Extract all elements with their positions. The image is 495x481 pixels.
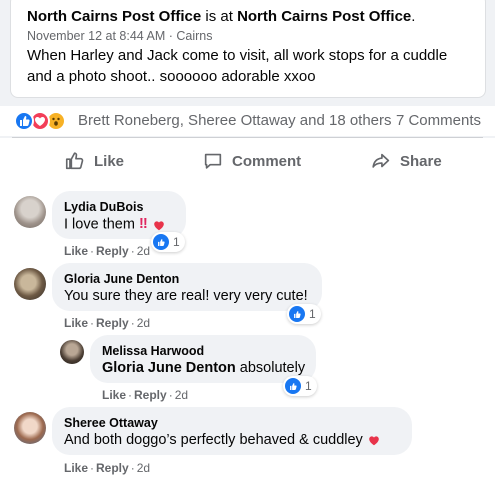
reaction-names[interactable]: Brett Roneberg, Sheree Ottaway and 18 ot… xyxy=(78,112,392,129)
post-period: . xyxy=(411,8,416,25)
post-card: North Cairns Post Office is at North Cai… xyxy=(10,0,486,98)
comment-reply-link[interactable]: Reply xyxy=(96,244,129,258)
share-button[interactable]: Share xyxy=(370,146,442,176)
avatar[interactable] xyxy=(14,412,46,444)
thumbs-up-icon xyxy=(65,152,84,170)
comment-reply-link[interactable]: Reply xyxy=(96,316,129,330)
hearts-icon xyxy=(369,436,379,446)
comment-bubble: Gloria June Denton You sure they are rea… xyxy=(52,263,322,311)
comment-reaction-badge[interactable]: 1 xyxy=(287,304,321,324)
comment-icon xyxy=(204,153,222,169)
comment-actions: Like · Reply · 2d xyxy=(102,388,189,402)
comment-text-content: And both doggo’s perfectly behaved & cud… xyxy=(64,432,363,448)
post-meta: November 12 at 8:44 AM · Cairns xyxy=(27,27,213,45)
comment-like-link[interactable]: Like xyxy=(64,244,88,258)
comment-reaction-badge[interactable]: 1 xyxy=(283,376,317,396)
like-icon xyxy=(285,378,301,394)
comments-section: Lydia DuBois I love them ‼ 1 Like · Reply ·… xyxy=(0,184,495,481)
comment-bubble: Sheree Ottaway And both doggo’s perfectl… xyxy=(52,407,412,455)
post-author-link[interactable]: North Cairns Post Office xyxy=(27,8,201,25)
post-location-link[interactable]: North Cairns Post Office xyxy=(237,8,411,25)
avatar[interactable] xyxy=(60,340,84,364)
post-header: North Cairns Post Office is at North Cai… xyxy=(27,7,415,27)
reaction-count: 1 xyxy=(173,235,180,249)
comment-time[interactable]: 2d xyxy=(137,461,150,475)
hearts-icon xyxy=(153,220,164,230)
meta-dot: · xyxy=(165,29,177,43)
comment-actions: Like · Reply · 2d xyxy=(64,316,151,330)
reactions-summary: Brett Roneberg, Sheree Ottaway and 18 ot… xyxy=(0,106,495,136)
like-button-label: Like xyxy=(94,152,125,170)
post-body-line: When Harley and Jack come to visit, all … xyxy=(27,47,448,64)
comment-text-content: absolutely xyxy=(235,360,306,376)
comment-actions: Like · Reply · 2d xyxy=(64,461,151,475)
avatar[interactable] xyxy=(14,268,46,300)
comment-time[interactable]: 2d xyxy=(175,388,188,402)
commenter-name[interactable]: Gloria June Denton xyxy=(64,271,310,287)
comment-time[interactable]: 2d xyxy=(137,316,150,330)
comment-like-link[interactable]: Like xyxy=(64,461,88,475)
like-icon xyxy=(289,306,305,322)
like-button[interactable]: Like xyxy=(64,146,124,176)
post-place[interactable]: Cairns xyxy=(176,29,212,43)
post-connector: is at xyxy=(201,8,238,25)
double-exclamation-icon: ‼ xyxy=(138,216,148,232)
mention-link[interactable]: Gloria June Denton xyxy=(102,360,236,376)
comment-button[interactable]: Comment xyxy=(202,146,301,176)
comment-text: And both doggo’s perfectly behaved & cud… xyxy=(64,431,400,450)
like-icon xyxy=(153,234,169,250)
share-button-label: Share xyxy=(400,152,442,170)
comment-count[interactable]: 7 Comments xyxy=(396,112,481,129)
reaction-count: 1 xyxy=(305,379,312,393)
avatar[interactable] xyxy=(14,196,46,228)
commenter-name[interactable]: Lydia DuBois xyxy=(64,199,174,215)
commenter-name[interactable]: Sheree Ottaway xyxy=(64,415,400,431)
comment-button-label: Comment xyxy=(232,152,302,170)
comment-like-link[interactable]: Like xyxy=(64,316,88,330)
commenter-name[interactable]: Melissa Harwood xyxy=(102,343,304,359)
comment-text: You sure they are real! very very cute! xyxy=(64,288,308,304)
comment-text: Gloria June Denton absolutely xyxy=(102,359,306,378)
action-bar: Like Comment Share xyxy=(0,138,495,184)
comment-actions: Like · Reply · 2d xyxy=(64,244,151,258)
post-date[interactable]: November 12 at 8:44 AM xyxy=(27,29,165,43)
reaction-icons[interactable] xyxy=(14,111,74,131)
comment-reply-link[interactable]: Reply xyxy=(96,461,129,475)
comment-text-content: I love them xyxy=(64,216,135,233)
like-icon xyxy=(14,111,34,131)
reaction-count: 1 xyxy=(309,307,316,321)
comment-reply-link[interactable]: Reply xyxy=(134,388,167,402)
reply-bubble: Melissa Harwood Gloria June Denton absol… xyxy=(90,335,316,383)
comment-time[interactable]: 2d xyxy=(137,244,150,258)
post-body-line: and a photo shoot.. soooooo adorable xxo… xyxy=(27,68,316,85)
post-body: When Harley and Jack come to visit, all … xyxy=(27,45,467,87)
comment-reaction-badge[interactable]: 1 xyxy=(151,232,185,252)
comment-like-link[interactable]: Like xyxy=(102,388,126,402)
share-icon xyxy=(372,153,390,168)
